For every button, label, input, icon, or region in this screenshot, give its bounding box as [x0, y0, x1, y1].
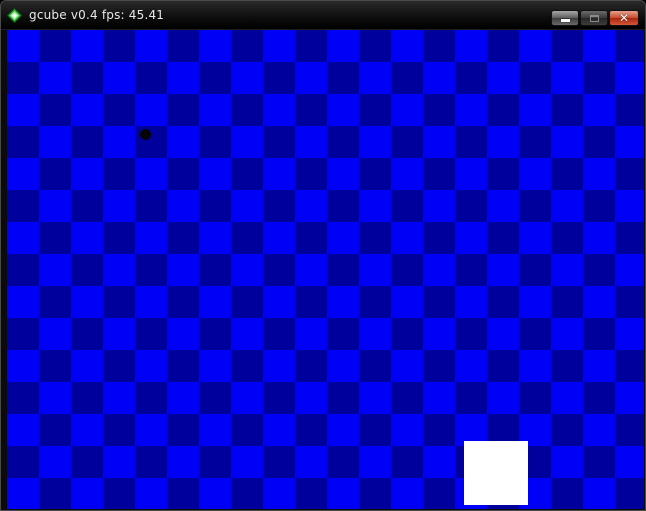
- game-canvas[interactable]: [7, 30, 644, 509]
- maximize-icon: [589, 14, 599, 22]
- ball: [140, 129, 151, 140]
- gcube-gem-icon: [7, 8, 22, 23]
- maximize-button[interactable]: [580, 10, 608, 26]
- game-window: gcube v0.4 fps: 45.41 ✕: [0, 0, 646, 511]
- title-bar[interactable]: gcube v0.4 fps: 45.41 ✕: [1, 1, 645, 30]
- caption-buttons: ✕: [551, 10, 639, 26]
- minimize-button[interactable]: [551, 10, 579, 26]
- player-cube: [464, 441, 528, 505]
- window-title: gcube v0.4 fps: 45.41: [29, 8, 165, 22]
- minimize-icon: [560, 18, 570, 22]
- close-button[interactable]: ✕: [609, 10, 639, 26]
- close-icon: ✕: [618, 11, 630, 25]
